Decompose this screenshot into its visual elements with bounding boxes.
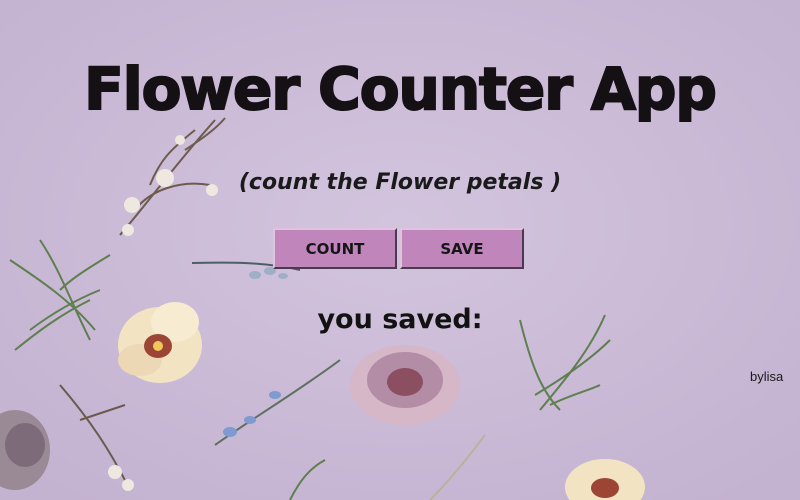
save-button[interactable]: SAVE	[400, 228, 524, 269]
saved-label: you saved:	[317, 304, 483, 335]
credit-text: bylisa	[750, 369, 784, 384]
app-title: Flower Counter App	[83, 54, 718, 124]
button-row: COUNT SAVE	[273, 228, 524, 269]
count-button[interactable]: COUNT	[273, 228, 397, 269]
subtitle: (count the Flower petals )	[238, 170, 562, 195]
dried-rose-center	[350, 345, 460, 425]
